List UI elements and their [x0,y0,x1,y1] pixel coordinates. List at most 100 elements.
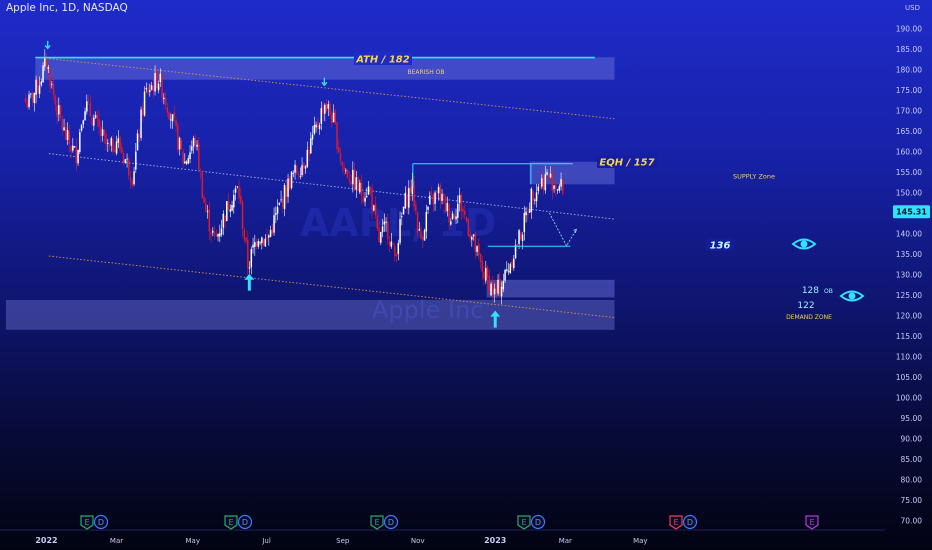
candle-body [483,271,485,279]
x-tick-label: Mar [559,537,572,545]
y-tick-label: 125.00 [896,291,922,300]
candle-body [350,181,352,185]
candle-body [357,177,359,191]
candle-body [324,104,326,114]
candle-body [154,72,156,92]
candle-body [26,102,29,108]
candle-body [325,103,328,111]
y-tick-label: 115.00 [896,332,922,341]
candle-body [378,227,380,243]
candle-body [390,241,393,247]
candle-body [101,129,104,136]
x-tick-label: Sep [336,537,350,545]
candle-body [409,186,412,193]
candle-body [332,112,335,123]
candle-body [206,211,209,213]
candle-body [336,122,338,150]
candle-body [212,230,214,233]
candle-body [234,188,237,193]
candle-body [266,237,268,239]
candle-body [79,132,81,153]
candle-body [240,195,242,204]
candle-body [124,159,127,164]
candle-body [292,173,295,174]
arrow-down-icon [44,40,51,50]
candle-body [276,207,279,214]
y-tick-label: 100.00 [896,394,922,403]
candle-body [238,186,240,199]
candle-body [273,215,275,233]
candle-body [72,145,74,151]
candle-body [248,267,251,269]
candle-body [149,90,151,92]
candle-body [394,246,396,256]
eye-icon[interactable] [839,290,865,302]
eye-icon[interactable] [791,238,817,250]
candle-body [388,241,391,246]
candle-body [150,85,153,90]
candle-body [203,197,205,203]
candle-body [77,149,79,164]
candle-body [495,288,498,293]
candle-body [313,125,316,134]
candle-body [528,210,531,213]
candle-body [297,174,300,175]
price-chart[interactable]: AAPL, 1DApple IncATH / 182BEARISH OBEQH … [0,0,932,550]
candle-body [359,182,361,193]
candle-body [420,230,422,239]
candle-body [156,71,158,89]
bearish-ob-zone [35,57,615,80]
candle-body [352,170,354,185]
candle-body [257,241,260,247]
candle-body [105,134,107,144]
candle-body [94,115,97,118]
candle-body [247,239,249,268]
candle-body [299,175,302,177]
candle-body [33,92,36,104]
candle-body [91,117,93,126]
candle-body [446,203,449,212]
candle-body [161,73,163,98]
candle-body [213,232,216,235]
demand-zone [5,299,615,330]
candle-body [255,242,258,246]
candle-body [37,80,39,93]
candle-body [210,232,212,235]
candle-body [527,213,529,216]
candle-body [233,194,235,208]
dividend-badge-letter: D [687,518,693,527]
candle-body [385,221,387,223]
candle-body [506,269,508,271]
candle-body [546,172,548,175]
candle-body [289,177,291,189]
candle-body [222,213,225,228]
earnings-badge-letter: E [673,518,678,527]
candle-body [371,188,373,211]
candle-body [196,144,198,147]
y-tick-label: 95.00 [901,414,923,423]
candle-body [231,205,233,211]
candle-body [129,177,132,182]
candle-body [502,281,505,290]
candle-body [380,231,382,243]
candle-body [171,114,174,122]
candle-body [93,117,95,126]
candle-body [107,142,109,144]
candle-body [553,185,555,189]
candle-body [135,151,137,170]
candle-body [523,212,526,233]
candle-body [89,103,92,117]
candle-body [353,168,356,191]
candle-body [44,57,46,67]
y-tick-label: 160.00 [896,148,922,157]
ob-128-zone [486,279,615,298]
x-tick-label: May [186,537,200,545]
arrow-up-head [244,273,255,280]
candle-body [329,103,331,115]
candle-body [520,232,522,240]
candle-body [462,208,464,212]
candle-body [434,192,436,204]
candle-body [334,110,337,124]
candle-body [143,91,146,116]
candle-body [56,105,58,117]
